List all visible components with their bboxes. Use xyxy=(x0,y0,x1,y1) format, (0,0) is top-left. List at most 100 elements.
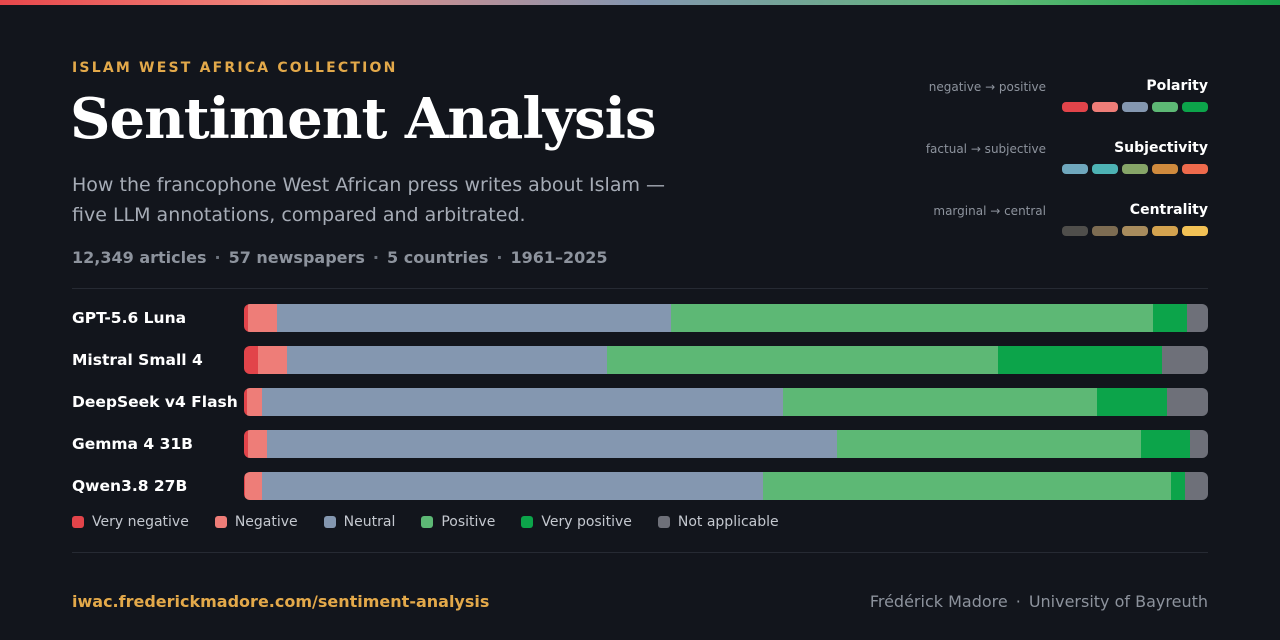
legend-label: Positive xyxy=(441,514,496,530)
bar-segment-positive xyxy=(671,304,1153,332)
scale-hint: marginal → central xyxy=(933,204,1046,218)
model-bar xyxy=(244,388,1208,416)
bar-segment-neutral xyxy=(287,346,607,374)
subtitle-line-2: five LLM annotations, compared and arbit… xyxy=(72,204,526,226)
legend-item: Very negative xyxy=(72,514,189,530)
bar-segment-very-positive xyxy=(1141,430,1190,458)
bar-segment-neutral xyxy=(267,430,837,458)
scale-polarity: negative → positive Polarity xyxy=(788,78,1208,118)
model-label: Qwen3.8 27B xyxy=(72,477,188,495)
bar-segment-positive xyxy=(783,388,1097,416)
stat-years: 1961–2025 xyxy=(510,248,608,267)
legend-item: Negative xyxy=(214,514,298,530)
bar-segment-negative xyxy=(248,430,267,458)
bar-segment-not-applicable xyxy=(1167,388,1208,416)
scale-swatches xyxy=(1062,102,1208,112)
bar-segment-not-applicable xyxy=(1162,346,1208,374)
bar-segment-not-applicable xyxy=(1187,304,1208,332)
legend-swatch xyxy=(521,516,534,528)
scale-name: Subjectivity xyxy=(1114,140,1208,156)
scale-swatch xyxy=(1062,102,1088,112)
legend-label: Negative xyxy=(234,514,298,530)
bar-segment-positive xyxy=(837,430,1141,458)
bar-segment-very-positive xyxy=(998,346,1162,374)
bar-segment-positive xyxy=(607,346,998,374)
scale-swatch xyxy=(1092,164,1118,174)
model-label: GPT-5.6 Luna xyxy=(72,309,187,327)
scale-swatches xyxy=(1062,164,1208,174)
footer-url-link[interactable]: iwac.frederickmadore.com/sentiment-analy… xyxy=(72,592,489,611)
bar-segment-very-positive xyxy=(1171,472,1185,500)
scale-name: Polarity xyxy=(1146,78,1208,94)
model-bar xyxy=(244,346,1208,374)
bar-segment-negative xyxy=(248,304,277,332)
scale-swatch xyxy=(1122,164,1148,174)
scale-swatch xyxy=(1122,226,1148,236)
stat-countries: 5 countries xyxy=(387,248,489,267)
scale-hint: factual → subjective xyxy=(925,142,1046,156)
scale-swatch xyxy=(1182,226,1208,236)
legend-label: Neutral xyxy=(343,514,396,530)
bar-segment-neutral xyxy=(262,388,783,416)
chart-legend: Very negative Negative Neutral Positive Very… xyxy=(72,514,779,530)
page-subtitle: How the francophone West African press w… xyxy=(72,170,692,230)
legend-label: Very positive xyxy=(541,514,632,530)
stat-separator: · xyxy=(496,248,503,267)
legend-swatch xyxy=(657,516,670,528)
footer-credit: Frédérick Madore · University of Bayreuth xyxy=(870,592,1208,611)
legend-item: Not applicable xyxy=(657,514,779,530)
stat-separator: · xyxy=(372,248,379,267)
model-bar xyxy=(244,304,1208,332)
accent-gradient-bar xyxy=(0,0,1280,5)
collection-eyebrow: ISLAM WEST AFRICA COLLECTION xyxy=(72,60,398,76)
bar-segment-not-applicable xyxy=(1185,472,1208,500)
model-bar xyxy=(244,430,1208,458)
bar-segment-very-positive xyxy=(1097,388,1167,416)
top-divider xyxy=(72,288,1208,289)
bar-segment-very-positive xyxy=(1153,304,1187,332)
stat-separator: · xyxy=(214,248,221,267)
scale-hint: negative → positive xyxy=(928,80,1046,94)
scale-swatch xyxy=(1092,226,1118,236)
legend-swatch xyxy=(214,516,227,528)
legend-swatch xyxy=(72,516,84,528)
scale-swatch xyxy=(1062,164,1088,174)
scale-swatch xyxy=(1122,102,1148,112)
model-label: DeepSeek v4 Flash xyxy=(72,393,238,411)
scale-swatch xyxy=(1182,164,1208,174)
bar-segment-neutral xyxy=(262,472,763,500)
credit-separator: · xyxy=(1015,592,1021,611)
bottom-divider xyxy=(72,552,1208,553)
scale-swatches xyxy=(1062,226,1208,236)
page-title: Sentiment Analysis xyxy=(70,86,656,152)
subtitle-line-1: How the francophone West African press w… xyxy=(72,174,666,196)
scale-name: Centrality xyxy=(1129,202,1208,218)
scale-subjectivity: factual → subjective Subjectivity xyxy=(788,140,1208,180)
scale-swatch xyxy=(1152,164,1178,174)
bar-segment-very-negative xyxy=(244,346,258,374)
corpus-stats: 12,349 articles · 57 newspapers · 5 countrie… xyxy=(72,248,608,267)
legend-label: Very negative xyxy=(92,514,189,530)
scale-centrality: marginal → central Centrality xyxy=(788,202,1208,242)
bar-segment-neutral xyxy=(277,304,671,332)
legend-swatch xyxy=(421,516,434,528)
bar-segment-positive xyxy=(763,472,1171,500)
scale-swatch xyxy=(1062,226,1088,236)
bar-segment-negative xyxy=(245,472,262,500)
bar-segment-negative xyxy=(258,346,287,374)
legend-item: Positive xyxy=(421,514,495,530)
scale-swatch xyxy=(1152,226,1178,236)
model-bar xyxy=(244,472,1208,500)
stat-articles: 12,349 articles xyxy=(72,248,207,267)
stat-newspapers: 57 newspapers xyxy=(228,248,365,267)
model-label: Gemma 4 31B xyxy=(72,435,193,453)
legend-label: Not applicable xyxy=(677,514,779,530)
affiliation: University of Bayreuth xyxy=(1028,592,1208,611)
scale-swatch xyxy=(1152,102,1178,112)
legend-item: Very positive xyxy=(521,514,632,530)
author-name: Frédérick Madore xyxy=(869,592,1008,611)
bar-segment-negative xyxy=(247,388,262,416)
legend-item: Neutral xyxy=(323,514,396,530)
scale-swatch xyxy=(1092,102,1118,112)
legend-swatch xyxy=(323,516,336,528)
